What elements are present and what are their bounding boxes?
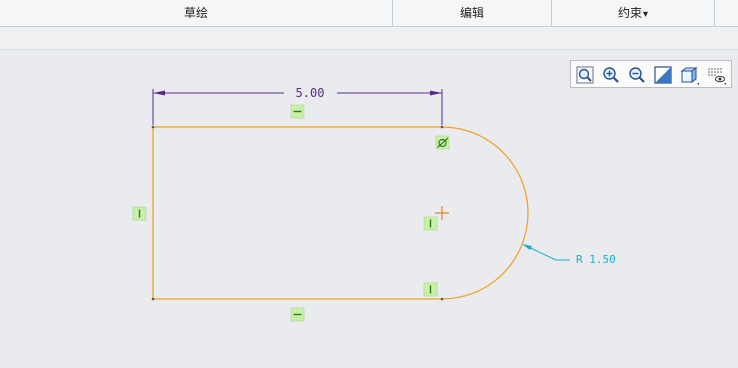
vertical-constraint-left[interactable] bbox=[132, 206, 147, 221]
horizontal-constraint-top[interactable] bbox=[290, 104, 305, 119]
vertical-constraint-bottom[interactable] bbox=[423, 282, 438, 297]
tangent-constraint[interactable] bbox=[435, 135, 450, 150]
sketch-vertices bbox=[151, 125, 444, 301]
radius-dimension-value[interactable]: R 1.50 bbox=[576, 253, 616, 266]
sketch-geometry[interactable] bbox=[152, 126, 529, 300]
horizontal-constraint-bottom[interactable] bbox=[290, 307, 305, 322]
length-dimension-value[interactable]: 5.00 bbox=[296, 86, 325, 100]
right-arc bbox=[441, 126, 529, 300]
radius-dimension[interactable] bbox=[522, 244, 570, 261]
sketch-drawing: 5.00 R 1.50 bbox=[132, 86, 616, 322]
vertical-constraint-center[interactable] bbox=[423, 216, 438, 231]
